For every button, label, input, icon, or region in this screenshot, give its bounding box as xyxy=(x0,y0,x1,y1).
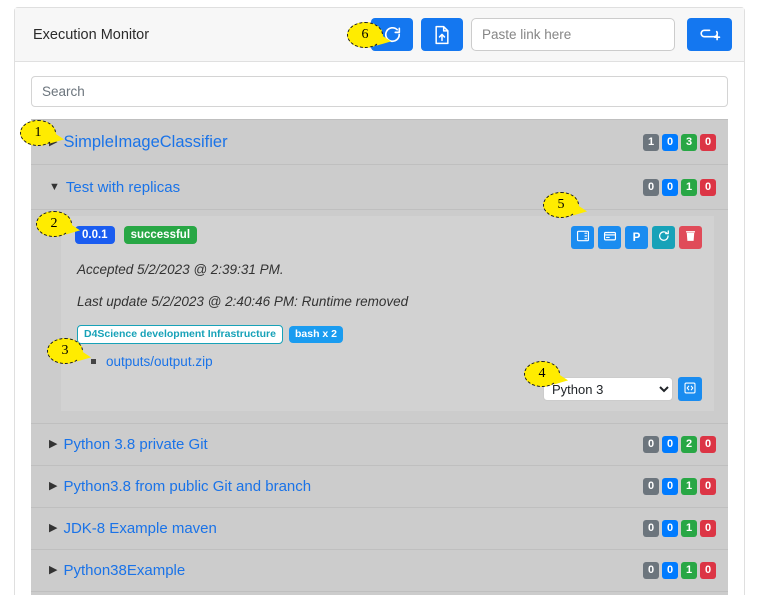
paste-link-input[interactable] xyxy=(471,18,675,51)
badge-running: 0 xyxy=(662,178,678,196)
accordion-row-test-with-replicas[interactable]: ▼ Test with replicas 0 0 1 0 xyxy=(31,165,728,210)
parameters-button[interactable]: P xyxy=(625,226,648,249)
accordion-row-python-38-private-git[interactable]: ▶ Python 3.8 private Git 0 0 2 0 xyxy=(31,424,728,467)
last-update-timestamp: Last update 5/2/2023 @ 2:40:46 PM: Runti… xyxy=(77,294,409,309)
language-row: Python 3 xyxy=(75,377,702,402)
main-card: Execution Monitor Paste link here Search… xyxy=(14,7,745,595)
logs-icon xyxy=(576,229,590,246)
infrastructure-tag: D4Science development Infrastructure xyxy=(77,325,283,345)
chevron-right-icon: ▶ xyxy=(49,480,58,493)
accordion-title[interactable]: SimpleImageClassifier xyxy=(63,133,227,152)
badge-pending: 0 xyxy=(643,178,659,196)
code-snippet-icon xyxy=(683,381,697,398)
badge-group: 0 0 1 0 xyxy=(643,178,716,196)
logs-button[interactable] xyxy=(571,226,594,249)
execution-monitor-screen: Execution Monitor Paste link here Search… xyxy=(0,0,759,595)
callout-5: 5 xyxy=(543,192,579,218)
badge-succeeded: 2 xyxy=(681,436,697,454)
badge-succeeded: 1 xyxy=(681,178,697,196)
badge-running: 0 xyxy=(662,133,678,151)
callout-2: 2 xyxy=(36,211,72,237)
badge-pending: 1 xyxy=(643,133,659,151)
badge-succeeded: 1 xyxy=(681,478,697,496)
badge-succeeded: 3 xyxy=(681,133,697,151)
search-input[interactable] xyxy=(31,76,728,107)
badge-failed: 0 xyxy=(700,478,716,496)
badge-failed: 0 xyxy=(700,436,716,454)
chevron-right-icon: ▶ xyxy=(49,564,58,577)
badge-group: 0 0 1 0 xyxy=(643,520,716,538)
badge-failed: 0 xyxy=(700,133,716,151)
chevron-right-icon: ▶ xyxy=(49,438,58,451)
add-link-button[interactable] xyxy=(687,18,732,51)
accordion-row-jdk8-example-maven[interactable]: ▶ JDK-8 Example maven 0 0 1 0 xyxy=(31,508,728,551)
page-title: Execution Monitor xyxy=(33,26,150,43)
rerun-icon xyxy=(657,229,671,246)
link-add-icon xyxy=(699,25,721,45)
badge-succeeded: 1 xyxy=(681,520,697,538)
upload-file-button[interactable] xyxy=(421,18,463,51)
output-item: outputs/output.zip xyxy=(91,354,702,369)
archive-icon xyxy=(603,229,617,246)
badge-running: 0 xyxy=(662,436,678,454)
bullet-icon xyxy=(91,359,96,365)
accepted-timestamp: Accepted 5/2/2023 @ 2:39:31 PM. xyxy=(77,262,284,277)
output-file-link[interactable]: outputs/output.zip xyxy=(106,354,213,369)
badge-group: 0 0 2 0 xyxy=(643,436,716,454)
header-toolbar xyxy=(371,18,732,51)
file-upload-icon xyxy=(433,25,451,45)
accordion-title[interactable]: Python38Example xyxy=(63,562,185,579)
search-area xyxy=(15,62,744,119)
badge-group: 0 0 1 0 xyxy=(643,562,716,580)
badge-failed: 0 xyxy=(700,178,716,196)
execution-actions: P xyxy=(571,226,702,249)
callout-1: 1 xyxy=(20,120,56,146)
badge-running: 0 xyxy=(662,478,678,496)
callout-6: 6 xyxy=(347,22,383,48)
accordion-row-simpleimageclassifier[interactable]: ▶ SimpleImageClassifier 1 0 3 0 xyxy=(31,120,728,165)
badge-group: 0 0 1 0 xyxy=(643,478,716,496)
execution-header: 0.0.1 successful P xyxy=(75,226,702,249)
accordion-title[interactable]: Test with replicas xyxy=(66,179,180,196)
badge-pending: 0 xyxy=(643,478,659,496)
callout-4: 4 xyxy=(524,361,560,387)
tag-row: D4Science development Infrastructure bas… xyxy=(77,325,702,345)
chevron-right-icon: ▶ xyxy=(49,522,58,535)
badge-failed: 0 xyxy=(700,562,716,580)
accordion-row-python38example[interactable]: ▶ Python38Example 0 0 1 0 xyxy=(31,550,728,593)
badge-running: 0 xyxy=(662,520,678,538)
accordion-title[interactable]: Python3.8 from public Git and branch xyxy=(63,478,311,495)
status-badge: successful xyxy=(123,226,198,245)
code-snippet-button[interactable] xyxy=(678,377,702,402)
chevron-down-icon: ▼ xyxy=(49,180,60,193)
parameters-icon: P xyxy=(629,229,644,247)
badge-failed: 0 xyxy=(700,520,716,538)
executions-accordion: ▶ SimpleImageClassifier 1 0 3 0 ▼ Test w… xyxy=(31,119,728,595)
badge-group: 1 0 3 0 xyxy=(643,133,716,151)
badge-pending: 0 xyxy=(643,520,659,538)
execution-panel: 0.0.1 successful P Accepted 5/2/2023 @ 2… xyxy=(61,216,714,412)
accordion-row-python38-public-git[interactable]: ▶ Python3.8 from public Git and branch 0… xyxy=(31,466,728,509)
badge-running: 0 xyxy=(662,562,678,580)
version-badge: 0.0.1 xyxy=(75,226,115,245)
badge-succeeded: 1 xyxy=(681,562,697,580)
archive-button[interactable] xyxy=(598,226,621,249)
rerun-button[interactable] xyxy=(652,226,675,249)
delete-button[interactable] xyxy=(679,226,702,249)
accordion-body: 0.0.1 successful P Accepted 5/2/2023 @ 2… xyxy=(31,210,728,425)
accordion-title[interactable]: JDK-8 Example maven xyxy=(63,520,216,537)
badge-pending: 0 xyxy=(643,436,659,454)
delete-icon xyxy=(684,229,697,246)
callout-3: 3 xyxy=(47,338,83,364)
accordion-title[interactable]: Python 3.8 private Git xyxy=(63,436,207,453)
badge-pending: 0 xyxy=(643,562,659,580)
runtime-tag: bash x 2 xyxy=(288,326,344,344)
svg-text:P: P xyxy=(633,230,641,243)
